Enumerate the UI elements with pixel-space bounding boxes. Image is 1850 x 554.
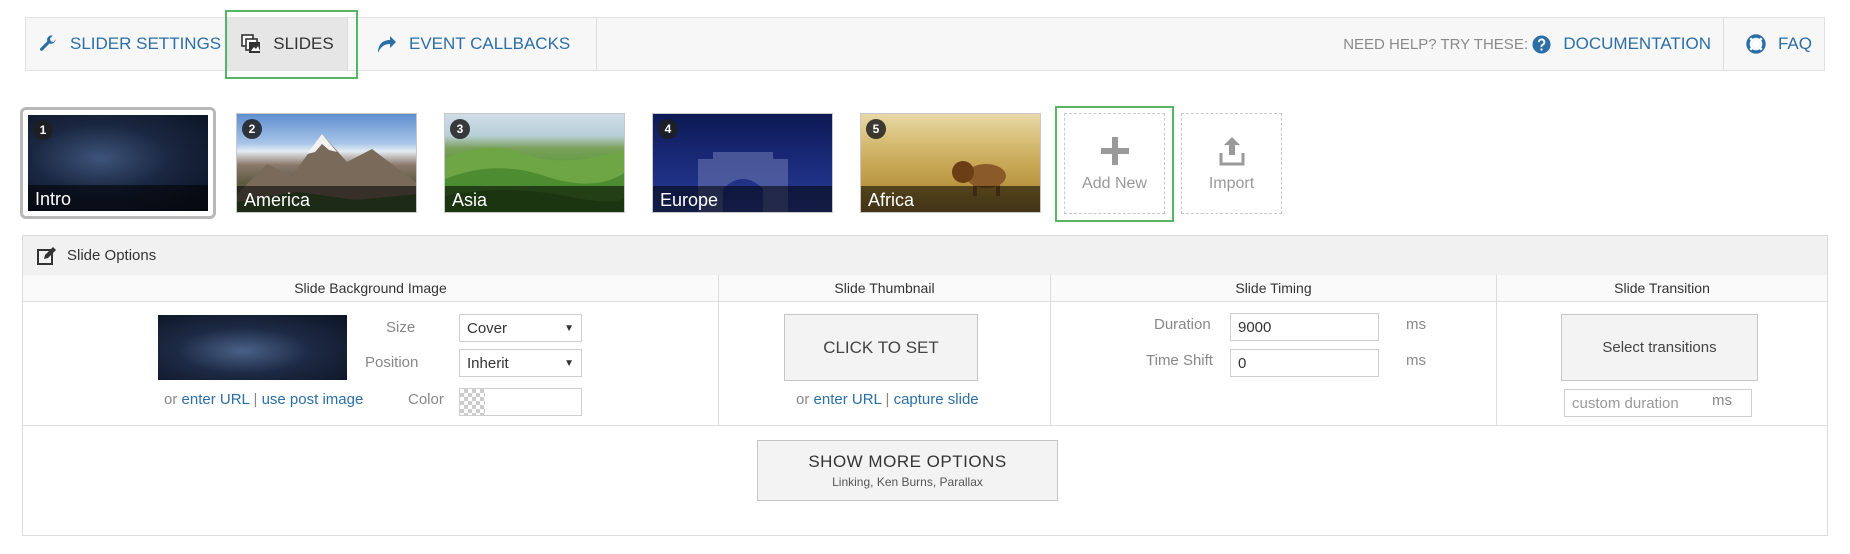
tab-slider-settings-label: SLIDER SETTINGS bbox=[70, 34, 222, 53]
show-more-options-label: SHOW MORE OPTIONS bbox=[808, 452, 1007, 471]
thumbnail-links: or enter URL | capture slide bbox=[796, 391, 979, 408]
import-label: Import bbox=[1208, 174, 1255, 192]
slide-number: 2 bbox=[242, 119, 262, 139]
thumbnail-column-title: Slide Thumbnail bbox=[719, 275, 1050, 302]
click-to-set-button[interactable]: CLICK TO SET bbox=[784, 314, 978, 381]
slide-thumbnail-europe[interactable]: 4 Europe bbox=[652, 113, 833, 213]
plus-icon bbox=[1100, 136, 1129, 165]
dropdown-arrow-icon: ▼ bbox=[564, 323, 574, 334]
custom-duration-unit: ms bbox=[1712, 392, 1732, 409]
faq-label: FAQ bbox=[1777, 34, 1812, 53]
color-label: Color bbox=[408, 391, 444, 408]
color-picker[interactable] bbox=[459, 388, 582, 416]
duration-unit: ms bbox=[1406, 316, 1426, 333]
time-shift-label: Time Shift bbox=[1146, 352, 1213, 369]
slide-number: 5 bbox=[866, 119, 886, 139]
documentation-link[interactable]: DOCUMENTATION bbox=[1532, 18, 1724, 70]
documentation-label: DOCUMENTATION bbox=[1563, 34, 1711, 53]
or-text: or bbox=[164, 391, 178, 408]
show-more-options-subtitle: Linking, Ken Burns, Parallax bbox=[832, 475, 983, 489]
transition-column-title: Slide Transition bbox=[1497, 275, 1827, 302]
duration-input[interactable]: 9000 bbox=[1230, 313, 1379, 341]
faq-link[interactable]: FAQ bbox=[1746, 18, 1812, 70]
upload-icon bbox=[1219, 136, 1244, 165]
select-transitions-button[interactable]: Select transitions bbox=[1561, 314, 1758, 381]
question-icon bbox=[1532, 34, 1551, 54]
slide-thumbnail-america[interactable]: 2 America bbox=[236, 113, 417, 213]
use-post-image-link[interactable]: use post image bbox=[262, 391, 364, 408]
wrench-icon bbox=[39, 35, 56, 51]
position-label: Position bbox=[365, 354, 419, 371]
time-shift-input[interactable]: 0 bbox=[1230, 349, 1379, 377]
callback-arrow-icon bbox=[378, 36, 396, 53]
slide-number: 4 bbox=[658, 119, 678, 139]
size-value: Cover bbox=[467, 320, 508, 337]
edit-icon bbox=[37, 246, 56, 265]
add-new-slide-button[interactable]: Add New bbox=[1064, 113, 1165, 214]
transparent-swatch bbox=[460, 389, 485, 415]
position-value: Inherit bbox=[467, 355, 509, 372]
slide-label: America bbox=[237, 186, 416, 212]
position-select[interactable]: Inherit ▼ bbox=[459, 349, 582, 377]
background-links: or enter URL | use post image bbox=[164, 391, 363, 408]
timing-column: Slide Timing Duration 9000 ms Time Shift… bbox=[1051, 275, 1497, 425]
thumbnail-enter-url-link[interactable]: enter URL bbox=[814, 391, 882, 408]
thumbnail-column: Slide Thumbnail CLICK TO SET or enter UR… bbox=[719, 275, 1051, 425]
slide-label: Intro bbox=[28, 185, 208, 211]
slide-thumbnail-africa[interactable]: 5 Africa bbox=[860, 113, 1041, 213]
duration-label: Duration bbox=[1154, 316, 1211, 333]
slide-label: Asia bbox=[445, 186, 624, 212]
custom-duration-placeholder: custom duration bbox=[1572, 395, 1679, 412]
row-divider bbox=[23, 425, 1827, 426]
tab-event-callbacks-label: EVENT CALLBACKS bbox=[409, 34, 571, 53]
import-slide-button[interactable]: Import bbox=[1181, 113, 1282, 214]
slide-options-header: Slide Options bbox=[23, 236, 1827, 276]
or-text: or bbox=[796, 391, 810, 408]
help-text: NEED HELP? TRY THESE: bbox=[1343, 35, 1528, 53]
enter-url-link[interactable]: enter URL bbox=[182, 391, 250, 408]
slide-label: Africa bbox=[861, 186, 1040, 212]
slide-options-title: Slide Options bbox=[67, 247, 157, 264]
background-image-preview[interactable] bbox=[158, 315, 347, 380]
time-shift-unit: ms bbox=[1406, 352, 1426, 369]
slide-label: Europe bbox=[653, 186, 832, 212]
slide-thumbnail-asia[interactable]: 3 Asia bbox=[444, 113, 625, 213]
separator: | bbox=[253, 391, 258, 408]
background-column-title: Slide Background Image bbox=[23, 275, 718, 302]
slide-thumbnail-intro[interactable]: 1 Intro bbox=[20, 107, 216, 219]
tab-event-callbacks[interactable]: EVENT CALLBACKS bbox=[368, 18, 597, 70]
lifebuoy-icon bbox=[1746, 34, 1766, 54]
slide-number: 3 bbox=[450, 119, 470, 139]
slides-tab-highlight bbox=[225, 10, 358, 79]
separator: | bbox=[885, 391, 890, 408]
background-column: Slide Background Image Size Cover ▼ Posi… bbox=[23, 275, 719, 425]
slide-number: 1 bbox=[33, 120, 53, 140]
tab-slider-settings[interactable]: SLIDER SETTINGS bbox=[38, 18, 221, 70]
size-label: Size bbox=[386, 319, 416, 336]
show-more-options-button[interactable]: SHOW MORE OPTIONS Linking, Ken Burns, Pa… bbox=[757, 440, 1058, 501]
timing-column-title: Slide Timing bbox=[1051, 275, 1496, 302]
dropdown-arrow-icon: ▼ bbox=[564, 358, 574, 369]
size-select[interactable]: Cover ▼ bbox=[459, 314, 582, 342]
transition-column: Slide Transition Select transitions cust… bbox=[1497, 275, 1827, 425]
capture-slide-link[interactable]: capture slide bbox=[894, 391, 979, 408]
add-new-label: Add New bbox=[1082, 174, 1147, 192]
